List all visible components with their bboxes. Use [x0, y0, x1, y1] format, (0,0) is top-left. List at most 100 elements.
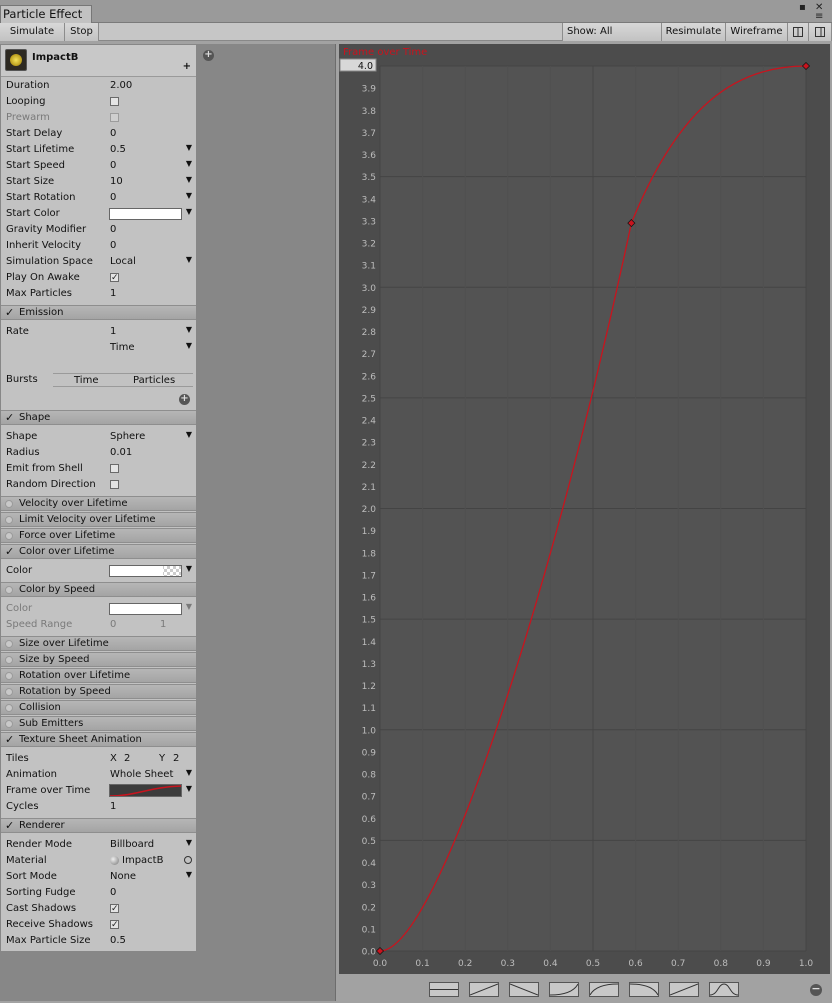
module-toggle-icon[interactable]: [5, 586, 13, 594]
material-field[interactable]: ImpactB: [122, 855, 163, 866]
module-toggle-icon[interactable]: [5, 532, 13, 540]
animation-dropdown[interactable]: Whole Sheet: [110, 769, 173, 780]
cycles-field[interactable]: 1: [110, 801, 116, 812]
rate-field[interactable]: 1: [110, 326, 116, 337]
module-toggle-icon[interactable]: [5, 688, 13, 696]
remove-curve-icon[interactable]: −: [810, 983, 822, 996]
chevron-down-icon[interactable]: ▼: [186, 870, 192, 879]
check-icon[interactable]: ✓: [5, 546, 14, 557]
duration-field[interactable]: 2.00: [110, 80, 132, 91]
frame-over-time-curve[interactable]: [109, 784, 182, 797]
chevron-down-icon[interactable]: ▼: [186, 784, 192, 793]
simulate-button[interactable]: Simulate: [0, 23, 65, 41]
chevron-down-icon[interactable]: ▼: [186, 564, 192, 573]
menu-icon[interactable]: ≡: [815, 12, 823, 22]
chevron-down-icon[interactable]: ▼: [186, 341, 192, 350]
module-toggle-icon[interactable]: [5, 516, 13, 524]
wireframe-button[interactable]: Wireframe: [726, 23, 788, 41]
start-size-field[interactable]: 10: [110, 176, 123, 187]
chevron-down-icon[interactable]: ▼: [186, 838, 192, 847]
check-icon[interactable]: ✓: [5, 307, 14, 318]
simulation-space-dropdown[interactable]: Local: [110, 256, 136, 267]
receive-shadows-checkbox[interactable]: ✓: [110, 920, 119, 930]
shape-dropdown[interactable]: Sphere: [110, 431, 145, 442]
start-color-swatch[interactable]: [109, 208, 182, 220]
module-toggle-icon[interactable]: [5, 704, 13, 712]
module-toggle-icon[interactable]: [5, 672, 13, 680]
emit-from-shell-checkbox[interactable]: [110, 464, 119, 473]
play-on-awake-checkbox[interactable]: ✓: [110, 273, 119, 283]
preset-linear-down[interactable]: [509, 982, 539, 997]
rate-unit-dropdown[interactable]: Time: [110, 342, 134, 353]
preset-linear-up[interactable]: [469, 982, 499, 997]
chevron-down-icon[interactable]: ▼: [186, 325, 192, 334]
chevron-down-icon[interactable]: ▼: [186, 191, 192, 200]
check-icon[interactable]: ✓: [5, 820, 14, 831]
preset-flat[interactable]: [429, 982, 459, 997]
preset-ease-out[interactable]: [589, 982, 619, 997]
max-particle-size-field[interactable]: 0.5: [110, 935, 126, 946]
module-color-by-speed[interactable]: Color by Speed: [1, 582, 196, 597]
module-toggle-icon[interactable]: [5, 640, 13, 648]
tiles-x-field[interactable]: 2: [124, 753, 130, 764]
module-toggle-icon[interactable]: [5, 720, 13, 728]
check-icon[interactable]: ✓: [5, 412, 14, 423]
object-picker-icon[interactable]: [184, 856, 192, 864]
random-direction-checkbox[interactable]: [110, 480, 119, 489]
add-system-icon[interactable]: +: [203, 50, 214, 61]
chevron-down-icon[interactable]: ▼: [186, 175, 192, 184]
start-delay-field[interactable]: 0: [110, 128, 116, 139]
check-icon[interactable]: ✓: [5, 734, 14, 745]
chevron-down-icon[interactable]: ▼: [186, 255, 192, 264]
module-collision[interactable]: Collision: [1, 700, 196, 715]
resimulate-button[interactable]: Resimulate: [662, 23, 726, 41]
preset-linear-up-2[interactable]: [669, 982, 699, 997]
tiles-y-field[interactable]: 2: [173, 753, 179, 764]
module-color-over-lifetime[interactable]: ✓ Color over Lifetime: [1, 544, 196, 559]
module-force-over-lifetime[interactable]: Force over Lifetime: [1, 528, 196, 543]
chevron-down-icon[interactable]: ▼: [186, 430, 192, 439]
add-module-icon[interactable]: +: [183, 61, 191, 72]
max-particles-field[interactable]: 1: [110, 288, 116, 299]
tab-particle-effect[interactable]: Particle Effect: [0, 5, 92, 23]
module-rotation-over-lifetime[interactable]: Rotation over Lifetime: [1, 668, 196, 683]
preset-ease-down[interactable]: [629, 982, 659, 997]
module-limit-velocity[interactable]: Limit Velocity over Lifetime: [1, 512, 196, 527]
module-sub-emitters[interactable]: Sub Emitters: [1, 716, 196, 731]
render-mode-dropdown[interactable]: Billboard: [110, 839, 154, 850]
sort-mode-dropdown[interactable]: None: [110, 871, 136, 882]
add-burst-icon[interactable]: +: [179, 394, 190, 405]
radius-field[interactable]: 0.01: [110, 447, 132, 458]
max-value-field[interactable]: 4.0: [358, 61, 373, 72]
show-dropdown[interactable]: Show: All: [562, 23, 662, 41]
module-renderer[interactable]: ✓ Renderer: [1, 818, 196, 833]
split-view-button[interactable]: [788, 23, 809, 41]
chevron-down-icon[interactable]: ▼: [186, 768, 192, 777]
module-size-over-lifetime[interactable]: Size over Lifetime: [1, 636, 196, 651]
start-lifetime-field[interactable]: 0.5: [110, 144, 126, 155]
preset-sine[interactable]: [709, 982, 739, 997]
fullscreen-button[interactable]: [809, 23, 832, 41]
gravity-modifier-field[interactable]: 0: [110, 224, 116, 235]
module-emission[interactable]: ✓ Emission: [1, 305, 196, 320]
curve-graph[interactable]: 0.0 0.1 0.2 0.3 0.4 0.5 0.6 0.7 0.8 0.9 1.0 1.1 1.2 1…: [339, 44, 830, 974]
inherit-velocity-field[interactable]: 0: [110, 240, 116, 251]
module-rotation-by-speed[interactable]: Rotation by Speed: [1, 684, 196, 699]
start-speed-field[interactable]: 0: [110, 160, 116, 171]
looping-checkbox[interactable]: [110, 97, 119, 106]
chevron-down-icon[interactable]: ▼: [186, 143, 192, 152]
chevron-down-icon[interactable]: ▼: [186, 207, 192, 216]
module-shape[interactable]: ✓ Shape: [1, 410, 196, 425]
module-toggle-icon[interactable]: [5, 500, 13, 508]
module-velocity-over-lifetime[interactable]: Velocity over Lifetime: [1, 496, 196, 511]
stop-button[interactable]: Stop: [65, 23, 99, 41]
color-gradient-swatch[interactable]: [109, 565, 182, 577]
module-texture-sheet-animation[interactable]: ✓ Texture Sheet Animation: [1, 732, 196, 747]
cast-shadows-checkbox[interactable]: ✓: [110, 904, 119, 914]
start-rotation-field[interactable]: 0: [110, 192, 116, 203]
chevron-down-icon[interactable]: ▼: [186, 159, 192, 168]
module-size-by-speed[interactable]: Size by Speed: [1, 652, 196, 667]
curve-editor[interactable]: 0.0 0.1 0.2 0.3 0.4 0.5 0.6 0.7 0.8 0.9 1.0 1.1 1.2 1…: [339, 44, 830, 974]
sorting-fudge-field[interactable]: 0: [110, 887, 116, 898]
preset-ease-in[interactable]: [549, 982, 579, 997]
